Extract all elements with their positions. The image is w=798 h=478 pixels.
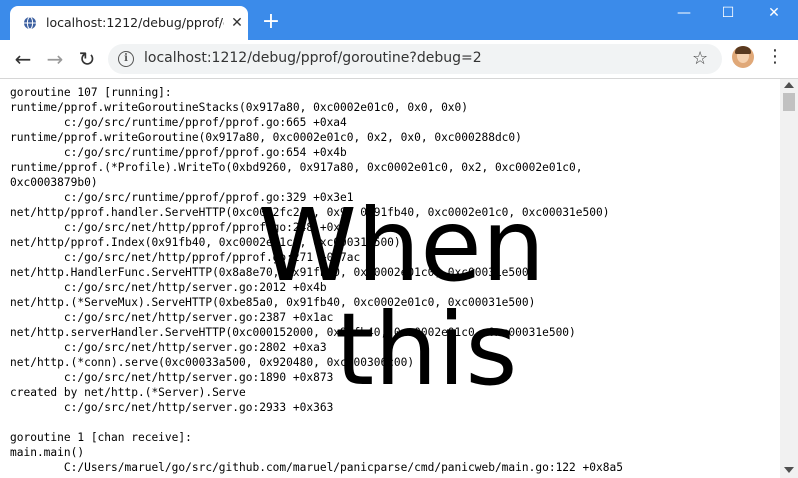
forward-icon[interactable]: → [44, 48, 66, 70]
scroll-up-icon[interactable] [784, 82, 794, 88]
scroll-down-icon[interactable] [784, 467, 794, 473]
dump-line: C:/Users/maruel/go/src/github.com/maruel… [10, 461, 623, 474]
minimize-icon[interactable]: — [662, 2, 706, 26]
dump-line: created by net/http.(*Server).Serve [10, 386, 246, 399]
menu-icon[interactable]: ⋮ [766, 46, 784, 68]
close-window-icon[interactable]: ✕ [752, 2, 796, 26]
dump-line: goroutine 1 [chan receive]: [10, 431, 192, 444]
dump-line: runtime/pprof.writeGoroutine(0x917a80, 0… [10, 131, 522, 144]
scrollbar-thumb[interactable] [783, 93, 795, 111]
info-icon[interactable]: i [118, 51, 134, 67]
dump-line: main.main() [10, 446, 85, 459]
dump-line: c:/go/src/net/http/server.go:2802 +0xa3 [10, 341, 327, 354]
overlay-word-this: this [335, 291, 518, 408]
url-text[interactable]: localhost:1212/debug/pprof/goroutine?deb… [144, 50, 482, 66]
new-tab-icon[interactable]: + [259, 10, 283, 34]
dump-line: goroutine 107 [running]: [10, 86, 172, 99]
dump-line: c:/go/src/net/http/server.go:1890 +0x873 [10, 371, 334, 384]
close-tab-icon[interactable]: ✕ [228, 14, 246, 32]
title-bar: localhost:1212/debug/pprof/goro ✕ + — ☐ … [0, 0, 798, 40]
browser-tab[interactable]: localhost:1212/debug/pprof/goro ✕ [10, 6, 248, 40]
dump-line: c:/go/src/net/http/server.go:2387 +0x1ac [10, 311, 334, 324]
back-icon[interactable]: ← [12, 48, 34, 70]
address-bar[interactable]: i localhost:1212/debug/pprof/goroutine?d… [108, 44, 722, 74]
dump-line: net/http.(*conn).serve(0xc00033a500, 0x9… [10, 356, 415, 369]
globe-icon [24, 16, 36, 30]
dump-line: runtime/pprof.(*Profile).WriteTo(0xbd926… [10, 161, 583, 174]
dump-line: runtime/pprof.writeGoroutineStacks(0x917… [10, 101, 469, 114]
tab-title: localhost:1212/debug/pprof/goro [46, 15, 224, 30]
dump-line [10, 415, 623, 430]
scrollbar[interactable] [780, 79, 798, 478]
star-icon[interactable]: ☆ [692, 48, 708, 69]
dump-line: c:/go/src/net/http/server.go:2933 +0x363 [10, 401, 334, 414]
dump-line: c:/go/src/runtime/pprof/pprof.go:665 +0x… [10, 116, 347, 129]
overlay-word-when: When [258, 187, 546, 304]
dump-line: c:/go/src/runtime/pprof/pprof.go:654 +0x… [10, 146, 347, 159]
maximize-icon[interactable]: ☐ [706, 2, 750, 26]
avatar-hair [735, 46, 751, 54]
toolbar: ← → ↻ i localhost:1212/debug/pprof/gorou… [0, 40, 798, 79]
dump-line: net/http.serverHandler.ServeHTTP(0xc0001… [10, 326, 576, 339]
reload-icon[interactable]: ↻ [76, 48, 98, 70]
avatar[interactable] [732, 46, 754, 68]
